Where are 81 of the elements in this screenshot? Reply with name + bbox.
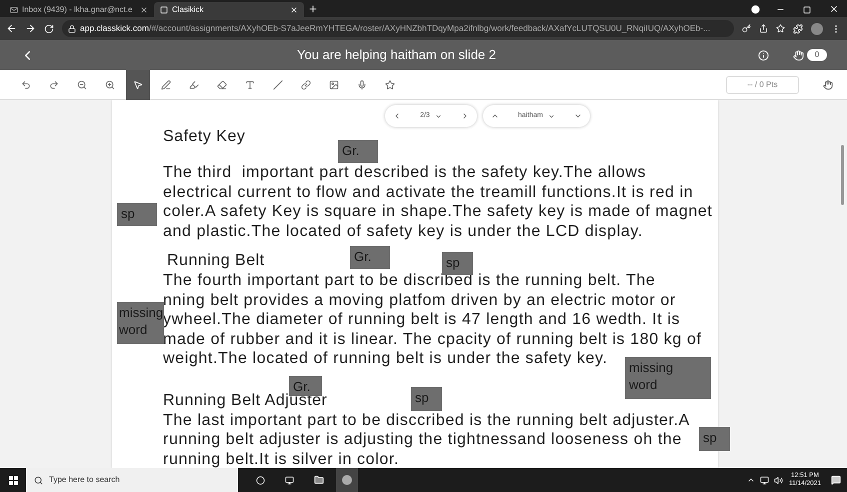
- mail-icon: [10, 6, 18, 14]
- line-icon: [273, 80, 283, 90]
- text-line: and plastic.The located of safety key is under the LCD display.: [163, 222, 643, 241]
- share-icon[interactable]: [759, 24, 768, 33]
- annotation-note[interactable]: sp: [411, 387, 442, 411]
- browser-tab[interactable]: Clasikick: [154, 2, 304, 17]
- folder-icon[interactable]: [314, 475, 324, 485]
- annotation-note[interactable]: Gr.: [338, 140, 378, 163]
- close-icon[interactable]: [829, 4, 839, 14]
- zoom-in-icon: [105, 80, 115, 90]
- bookmark-icon[interactable]: [776, 24, 785, 33]
- forward-icon[interactable]: [25, 23, 36, 34]
- text-line: electrical current to flow and activate the treamill functions.It is red in: [163, 182, 694, 202]
- search-field[interactable]: Type here to search: [26, 468, 238, 492]
- text-line: The third important part described is the safety key.The allows: [163, 163, 646, 182]
- info-icon[interactable]: [758, 50, 769, 60]
- close-icon[interactable]: [140, 6, 148, 14]
- audio-icon: [357, 80, 367, 90]
- section-heading: Safety Key: [163, 127, 246, 147]
- hand-icon[interactable]: [793, 50, 804, 60]
- text-line: weight.The located of running belt is under the safety key.: [163, 349, 608, 368]
- annotation-note[interactable]: sp: [442, 252, 473, 275]
- help-count-badge[interactable]: 0: [807, 49, 827, 61]
- back-icon[interactable]: [6, 23, 17, 34]
- pointer-icon: [133, 80, 143, 90]
- browser-app-icon[interactable]: [336, 468, 358, 492]
- profile-icon[interactable]: [751, 5, 760, 14]
- text-line: made of rubber and it is linear. The cpacity of running belt is 180 kg of: [163, 330, 702, 349]
- annotation-note[interactable]: missing word: [117, 302, 164, 344]
- cortana-icon[interactable]: [256, 476, 265, 484]
- section-heading: Running Belt: [167, 251, 265, 271]
- hand-icon[interactable]: [823, 80, 833, 90]
- eraser-icon: [217, 80, 227, 90]
- address-field[interactable]: app.classkick.com/#/account/assignments/AXyhOEb-S7aJeeRmYHTEGA/roster/AXyHNZbhTDqyMpa2ifnlbg/work/feedback/AXafYcLUTQSU0U_RNqiIUQ/AXyhOEb-...: [62, 20, 734, 37]
- annotation-note[interactable]: sp: [117, 203, 157, 226]
- lock-icon: [68, 24, 76, 32]
- previous-icon[interactable]: [393, 112, 401, 120]
- text-icon: [245, 80, 255, 90]
- pointer-tool[interactable]: [126, 70, 150, 100]
- notifications-icon[interactable]: [831, 475, 841, 485]
- volume-icon[interactable]: [774, 476, 783, 484]
- points-field[interactable]: -- / 0 Pts: [726, 76, 799, 94]
- page-icon: [160, 6, 168, 14]
- network-icon[interactable]: [760, 476, 769, 484]
- pen-icon: [161, 80, 171, 90]
- annotation-note[interactable]: Gr.: [289, 376, 322, 396]
- zoom-out-icon: [77, 80, 87, 90]
- annotation-note[interactable]: missing word: [625, 357, 711, 399]
- text-line: running belt adjuster is adjusting the tightnessand looseness oh the: [163, 430, 682, 450]
- scrollbar[interactable]: [841, 145, 844, 205]
- tab-title: Clasikick: [172, 4, 205, 16]
- header-title: You are helping haitham on slide 2: [297, 46, 496, 64]
- image-icon: [329, 80, 339, 90]
- text-line: running belt.It is silver in color.: [163, 450, 400, 468]
- search-icon: [34, 476, 43, 484]
- previous-icon[interactable]: [491, 112, 499, 120]
- highlighter-icon: [189, 80, 199, 90]
- sticker-icon: [385, 80, 395, 90]
- redo-icon: [49, 80, 59, 90]
- browser-tab[interactable]: Inbox (9439) - lkha.gnar@nct.e: [4, 2, 154, 17]
- tab-title: Inbox (9439) - lkha.gnar@nct.e: [22, 4, 134, 16]
- extensions-icon[interactable]: [793, 24, 803, 34]
- next-icon[interactable]: [574, 112, 582, 120]
- annotation-note[interactable]: sp: [699, 427, 730, 451]
- search-placeholder: Type here to search: [49, 474, 120, 486]
- restore-icon[interactable]: [803, 6, 811, 14]
- text-line: The last important part to be disccribed is the running belt adjuster.A: [163, 410, 690, 430]
- text-line: ywheel.The diameter of running belt is 47 length and 16 wedth. It is: [163, 310, 680, 330]
- text-line: nning belt provides a moving platfom driven by an electric motor or: [163, 290, 676, 310]
- dropdown-icon[interactable]: [434, 112, 442, 120]
- undo-icon: [21, 80, 31, 90]
- link-icon: [301, 80, 311, 90]
- new-tab-icon[interactable]: [308, 4, 318, 14]
- text-line: coler.A safety Key is square in shape.The safety key is made of magnet: [163, 202, 712, 222]
- dropdown-icon[interactable]: [548, 112, 555, 120]
- key-icon[interactable]: [742, 24, 751, 33]
- address-text: app.classkick.com/#/account/assignments/AXyhOEb-S7aJeeRmYHTEGA/roster/AXyHNZbhTDqyMpa2ifnlbg/work/feedback/AXafYcLUTQSU0U_RNqiIUQ/AXyhOEb-...: [80, 22, 710, 35]
- tray-expand-icon[interactable]: [746, 476, 755, 484]
- annotation-note[interactable]: Gr.: [350, 246, 390, 269]
- reload-icon[interactable]: [44, 24, 54, 34]
- avatar-icon[interactable]: [811, 22, 823, 34]
